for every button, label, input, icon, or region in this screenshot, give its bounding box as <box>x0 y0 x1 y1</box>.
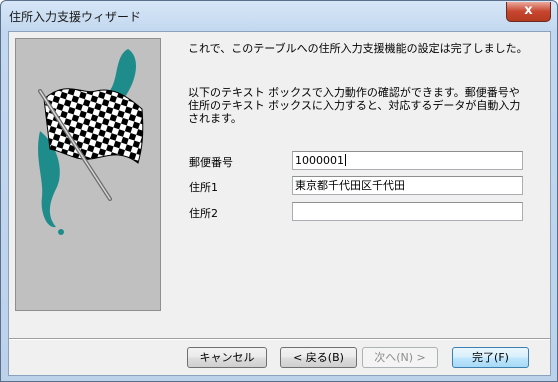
instruction-message: 以下のテキスト ボックスで入力動作の確認ができます。郵便番号や住所のテキスト ボ… <box>188 86 521 125</box>
wizard-illustration <box>15 38 161 311</box>
postal-code-value: 1000001 <box>295 154 344 167</box>
postal-code-label: 郵便番号 <box>189 156 233 169</box>
address1-label: 住所1 <box>189 181 218 194</box>
wizard-client-area: これで、このテーブルへの住所入力支援機能の設定は完了しました。 以下のテキスト … <box>8 31 551 376</box>
address1-value: 東京都千代田区千代田 <box>295 179 405 192</box>
cancel-button[interactable]: キャンセル <box>187 347 267 368</box>
window-title: 住所入力支援ウィザード <box>9 10 142 24</box>
address2-label: 住所2 <box>189 207 218 220</box>
finish-button[interactable]: 完了(F) <box>452 347 529 368</box>
next-button: 次へ(N) > <box>362 347 438 368</box>
completion-message: これで、このテーブルへの住所入力支援機能の設定は完了しました。 <box>188 42 528 55</box>
postal-code-field[interactable]: 1000001 <box>292 151 523 170</box>
close-button[interactable]: x <box>506 2 551 22</box>
title-bar[interactable]: 住所入力支援ウィザード x <box>1 1 557 32</box>
checkered-flag-icon <box>38 49 144 235</box>
back-button[interactable]: < 戻る(B) <box>280 347 357 368</box>
text-caret <box>345 154 346 166</box>
address2-field[interactable] <box>292 202 523 221</box>
close-icon: x <box>524 3 533 18</box>
button-separator <box>9 338 550 340</box>
wizard-window: 住所入力支援ウィザード x これで、このテーブルへの住所入力支援機能の設定は完了… <box>0 0 558 382</box>
address1-field[interactable]: 東京都千代田区千代田 <box>292 176 523 195</box>
